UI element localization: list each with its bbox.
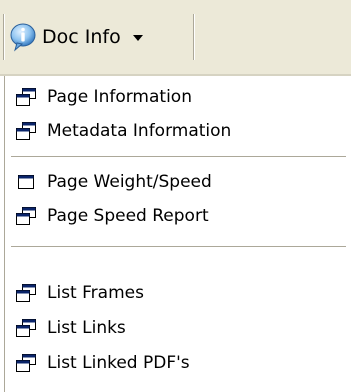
menu-separator: [11, 246, 346, 248]
menu-separator: [11, 156, 346, 158]
menu-item-label: Metadata Information: [47, 121, 232, 141]
cascade-windows-icon: [15, 87, 37, 107]
chevron-down-icon[interactable]: [132, 35, 143, 41]
doc-info-label: Doc Info: [42, 26, 121, 48]
menu-item-label: Page Weight/Speed: [47, 172, 212, 192]
menu-item-label: Page Speed Report: [47, 206, 209, 226]
cascade-windows-icon: [15, 318, 37, 338]
doc-info-menu: Page Information Metadata Information Pa…: [4, 76, 351, 392]
menu-item-metadata-information[interactable]: Metadata Information: [5, 114, 345, 148]
menu-item-label: List Links: [47, 318, 126, 338]
doc-info-button[interactable]: Doc Info: [8, 14, 143, 60]
toolbar: Doc Info: [0, 0, 351, 76]
menu-item-page-weight-speed[interactable]: Page Weight/Speed: [5, 165, 345, 199]
toolbar-separator: [193, 14, 194, 60]
cascade-windows-icon: [15, 121, 37, 141]
menu-item-label: List Linked PDF's: [47, 353, 190, 373]
menu-item-page-speed-report[interactable]: Page Speed Report: [5, 199, 345, 233]
window-icon: [15, 172, 37, 192]
cascade-windows-icon: [15, 283, 37, 303]
menu-item-list-frames[interactable]: List Frames: [5, 276, 345, 310]
toolbar-separator: [3, 14, 4, 60]
menu-item-list-linked-pdfs[interactable]: List Linked PDF's: [5, 346, 345, 380]
cascade-windows-icon: [15, 353, 37, 373]
menu-item-label: List Frames: [47, 283, 144, 303]
info-icon: [8, 22, 38, 52]
menu-item-list-links[interactable]: List Links: [5, 311, 345, 345]
menu-item-page-information[interactable]: Page Information: [5, 80, 345, 114]
menu-item-label: Page Information: [47, 87, 192, 107]
cascade-windows-icon: [15, 206, 37, 226]
